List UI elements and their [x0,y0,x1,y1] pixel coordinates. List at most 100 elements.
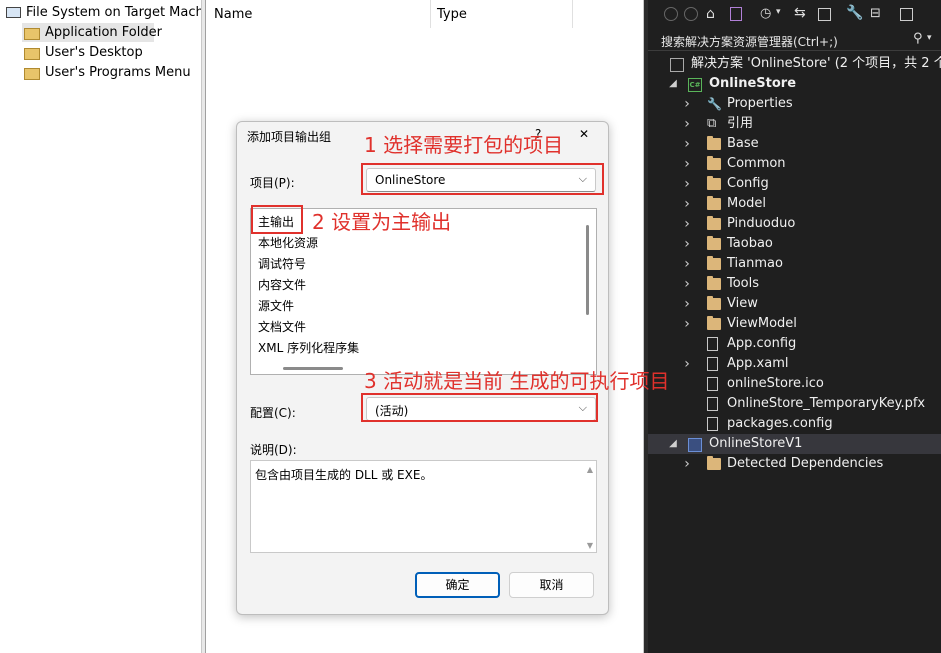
show-all-files-icon[interactable] [900,8,913,21]
description-label: 说明(D): [250,443,297,457]
solution-explorer: ⌂ ◷ ▾ ⇆ 🔧 ⊟ 搜索解决方案资源管理器(Ctrl+;) ⚲ ▾ 解决方案… [648,0,941,653]
output-group-item[interactable]: XML 序列化程序集 [258,338,359,358]
column-header-name[interactable]: Name [214,7,252,22]
collapsed-arrow-icon[interactable]: › [682,314,692,334]
solution-item-label: Model [727,196,767,211]
tree-root[interactable]: File System on Target Machine [6,3,201,22]
home-icon[interactable]: ⌂ [706,6,715,22]
folder-icon [707,236,721,250]
annotation-step-1: 1 选择需要打包的项目 [364,133,564,157]
collapsed-arrow-icon[interactable]: › [682,214,692,234]
ok-button[interactable]: 确定 [415,572,500,598]
solution-explorer-toolbar: ⌂ ◷ ▾ ⇆ 🔧 ⊟ [648,0,941,30]
solution-item[interactable]: App.config [648,334,941,354]
wrench-icon: 🔧 [707,97,722,111]
solution-item-label: Detected Dependencies [727,456,884,471]
solution-search-box[interactable]: 搜索解决方案资源管理器(Ctrl+;) ⚲ ▾ [648,30,941,51]
certificate-icon [707,397,718,411]
pending-changes-filter-icon[interactable]: ◷ [760,6,771,21]
project-node-onlinestore[interactable]: ◢ C# OnlineStore [648,74,941,94]
solution-search-input[interactable]: 搜索解决方案资源管理器(Ctrl+;) [661,33,838,50]
search-icon[interactable]: ⚲ [913,31,923,46]
solution-item[interactable]: › View [648,294,941,314]
collapsed-arrow-icon[interactable]: › [682,174,692,194]
solution-item[interactable]: › Tianmao [648,254,941,274]
collapsed-arrow-icon[interactable]: › [682,454,692,474]
solution-item[interactable]: › ViewModel [648,314,941,334]
solution-item[interactable]: › Base [648,134,941,154]
highlight-box-project [361,163,604,195]
collapsed-arrow-icon[interactable]: › [682,354,692,374]
solution-item-label: ViewModel [727,316,797,331]
tree-item-users-programs-menu[interactable]: User's Programs Menu [22,63,192,82]
computer-icon [6,7,21,18]
solution-item-label: Common [727,156,786,171]
project-node-onlinestorev1[interactable]: ◢ OnlineStoreV1 [648,434,941,454]
expanded-arrow-icon[interactable]: ◢ [668,74,678,94]
solution-item[interactable]: › Config [648,174,941,194]
back-icon[interactable] [664,7,678,21]
solution-item[interactable]: › 🔧 Properties [648,94,941,114]
solution-item[interactable]: › Pinduoduo [648,214,941,234]
collapse-all-icon[interactable] [818,8,831,21]
solution-item[interactable]: onlineStore.ico [648,374,941,394]
solution-item[interactable]: › Detected Dependencies [648,454,941,474]
sync-icon[interactable]: ⇆ [794,5,806,21]
folder-icon [707,316,721,330]
solution-item[interactable]: OnlineStore_TemporaryKey.pfx [648,394,941,414]
solution-node[interactable]: 解决方案 'OnlineStore' (2 个项目，共 2 个) [648,54,941,74]
collapsed-arrow-icon[interactable]: › [682,114,692,134]
solution-item[interactable]: › Taobao [648,234,941,254]
output-group-item[interactable]: 调试符号 [258,254,306,274]
collapsed-arrow-icon[interactable]: › [682,134,692,154]
scroll-down-icon[interactable]: ▼ [587,541,593,550]
close-icon[interactable]: ✕ [579,127,589,141]
expanded-arrow-icon[interactable]: ◢ [668,434,678,454]
collapsed-arrow-icon[interactable]: › [682,274,692,294]
collapsed-arrow-icon[interactable]: › [682,294,692,314]
folder-icon [24,48,40,60]
dialog-title: 添加项目输出组 [247,130,332,144]
output-group-item[interactable]: 本地化资源 [258,233,318,253]
properties-wrench-icon[interactable]: 🔧 [846,5,863,21]
collapsed-arrow-icon[interactable]: › [682,234,692,254]
highlight-box-primary-output [251,205,303,234]
solution-item-label: Config [727,176,769,191]
tree-item-application-folder[interactable]: Application Folder [22,23,162,42]
vertical-scrollbar[interactable] [586,225,589,315]
solution-item[interactable]: › ⧉ 引用 [648,114,941,134]
column-divider[interactable] [572,0,573,28]
folder-icon [24,28,40,40]
forward-icon[interactable] [684,7,698,21]
collapsed-arrow-icon[interactable]: › [682,154,692,174]
solution-item[interactable]: › App.xaml [648,354,941,374]
cancel-button[interactable]: 取消 [509,572,594,598]
solution-item[interactable]: packages.config [648,414,941,434]
tree-item-users-desktop[interactable]: User's Desktop [22,43,192,62]
chevron-down-icon[interactable]: ▾ [927,33,932,43]
tree-root-label: File System on Target Machine [26,5,201,20]
folder-icon [24,68,40,80]
chevron-down-icon[interactable]: ▾ [776,7,781,17]
collapsed-arrow-icon[interactable]: › [682,94,692,114]
switch-views-icon[interactable] [730,7,742,21]
highlight-box-configuration [361,393,598,422]
column-divider[interactable] [430,0,431,28]
column-header-type[interactable]: Type [437,7,467,22]
horizontal-scrollbar[interactable] [283,367,343,370]
solution-item[interactable]: › Model [648,194,941,214]
solution-item[interactable]: › Common [648,154,941,174]
folder-icon [707,176,721,190]
solution-item[interactable]: › Tools [648,274,941,294]
output-group-item[interactable]: 内容文件 [258,275,306,295]
folder-icon [707,256,721,270]
preview-icon[interactable]: ⊟ [870,6,881,21]
output-group-item[interactable]: 文档文件 [258,317,306,337]
collapsed-arrow-icon[interactable]: › [682,194,692,214]
output-group-item[interactable]: 源文件 [258,296,294,316]
scroll-up-icon[interactable]: ▲ [587,465,593,474]
annotation-step-2: 2 设置为主输出 [312,210,452,234]
collapsed-arrow-icon[interactable]: › [682,254,692,274]
folder-icon [707,456,721,470]
tree-item-label: User's Desktop [45,45,143,60]
